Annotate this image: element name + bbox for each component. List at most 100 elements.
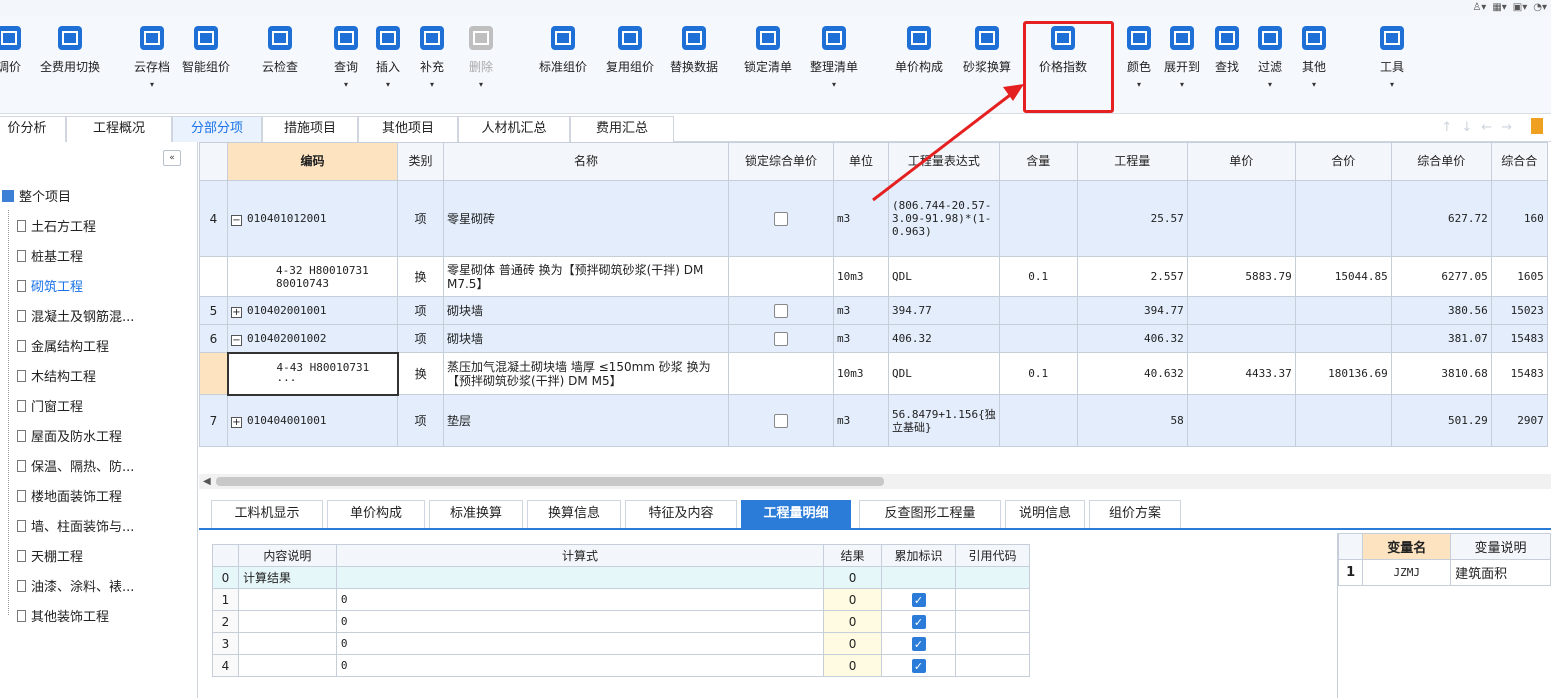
expression-cell[interactable]: 394.77 <box>888 296 1000 325</box>
detail-header-3[interactable]: 累加标识 <box>881 544 956 567</box>
tab-3[interactable]: 措施项目 <box>262 116 358 142</box>
uprice-cell[interactable]: 6277.05 <box>1390 256 1492 297</box>
lock-cell[interactable] <box>728 296 834 325</box>
grid-header-4[interactable]: 单位 <box>833 142 889 181</box>
toolbar-button-9[interactable]: 标准组价 <box>539 24 587 102</box>
detail-ref-code[interactable] <box>955 632 1030 655</box>
code-cell[interactable]: −010401012001 <box>227 180 398 257</box>
detail-header-0[interactable]: 内容说明 <box>237 544 337 567</box>
toolbar-button-8[interactable]: 删除 ▾ <box>469 24 493 102</box>
lock-cell[interactable] <box>728 256 834 297</box>
detail-desc[interactable] <box>237 610 337 633</box>
tree-item[interactable]: 其他装饰工程 <box>17 608 109 628</box>
tree-item[interactable]: 墙、柱面装饰与... <box>17 518 134 538</box>
variable-row[interactable]: 1 JZMJ 建筑面积 <box>1338 559 1551 586</box>
variable-name[interactable]: JZMJ <box>1362 559 1452 586</box>
price-cell[interactable] <box>1186 394 1296 447</box>
lock-cell[interactable] <box>728 324 834 353</box>
grid-header-9[interactable]: 合价 <box>1294 142 1392 181</box>
utotal-cell[interactable]: 160 <box>1490 180 1548 257</box>
toolbar-button-11[interactable]: 替换数据 <box>670 24 718 102</box>
qty-cell[interactable]: 58 <box>1076 394 1188 447</box>
grid-header-7[interactable]: 工程量 <box>1076 142 1188 181</box>
tab-2[interactable]: 分部分项 <box>172 116 262 142</box>
tree-item[interactable]: 桩基工程 <box>17 248 83 268</box>
detail-tab-2[interactable]: 标准换算 <box>429 500 523 528</box>
expression-cell[interactable]: QDL <box>888 256 1000 297</box>
tab-4[interactable]: 其他项目 <box>358 116 458 142</box>
detail-tab-7[interactable]: 说明信息 <box>1005 500 1085 528</box>
detail-formula[interactable]: 0 <box>335 654 825 677</box>
total-cell[interactable] <box>1294 394 1392 447</box>
tree-item[interactable]: 屋面及防水工程 <box>17 428 122 448</box>
checkbox-icon[interactable]: ✓ <box>911 658 926 673</box>
qty-cell[interactable]: 40.632 <box>1076 352 1188 395</box>
tree-item[interactable]: 金属结构工程 <box>17 338 109 358</box>
lock-cell[interactable] <box>728 352 834 395</box>
lock-checkbox[interactable] <box>774 331 788 346</box>
content-cell[interactable]: 0.1 <box>998 256 1078 297</box>
content-cell[interactable] <box>998 394 1078 447</box>
total-cell[interactable] <box>1294 296 1392 325</box>
toolbar-button-21[interactable]: 其他 ▾ <box>1302 24 1326 102</box>
expression-cell[interactable]: 406.32 <box>888 324 1000 353</box>
detail-ref-code[interactable] <box>955 566 1030 589</box>
lock-checkbox[interactable] <box>774 413 788 428</box>
collapse-sidebar-button[interactable]: « <box>163 150 181 166</box>
price-cell[interactable] <box>1186 180 1296 257</box>
detail-ref-code[interactable] <box>955 610 1030 633</box>
toolbar-button-14[interactable]: 单价构成 <box>895 24 943 102</box>
code-cell[interactable]: +010404001001 <box>227 394 398 447</box>
expression-cell[interactable]: QDL <box>888 352 1000 395</box>
table-row[interactable]: 6−010402001002 项砌块墙 m3 406.32 406.32 381.07 15… <box>199 324 1548 353</box>
grid-header-6[interactable]: 含量 <box>998 142 1078 181</box>
tree-item[interactable]: 保温、隔热、防... <box>17 458 134 478</box>
toolbar-button-3[interactable]: 智能组价 <box>182 24 230 102</box>
expand-icon[interactable]: + <box>231 307 242 318</box>
detail-accumulate[interactable]: ✓ <box>881 632 956 655</box>
panel-icon[interactable] <box>1531 118 1543 134</box>
table-row[interactable]: 4−010401012001 项零星砌砖 m3 (806.744-20.57-3.09… <box>199 180 1548 257</box>
detail-header-2[interactable]: 结果 <box>823 544 883 567</box>
uprice-cell[interactable]: 627.72 <box>1390 180 1492 257</box>
help-icon[interactable]: ◔▾ <box>1533 0 1547 16</box>
utotal-cell[interactable]: 1605 <box>1490 256 1548 297</box>
detail-row[interactable]: 2 0 0 ✓ <box>212 610 1030 633</box>
uprice-cell[interactable]: 381.07 <box>1390 324 1492 353</box>
lock-checkbox[interactable] <box>774 303 788 318</box>
lock-checkbox[interactable] <box>774 211 788 226</box>
uprice-cell[interactable]: 501.29 <box>1390 394 1492 447</box>
detail-formula[interactable] <box>335 566 825 589</box>
tree-item[interactable]: 楼地面装饰工程 <box>17 488 122 508</box>
toolbar-button-2[interactable]: 云存档 ▾ <box>134 24 170 102</box>
code-cell[interactable]: 4-32 H80010731 80010743 <box>227 256 398 297</box>
detail-tab-5[interactable]: 工程量明细 <box>741 500 851 528</box>
grid-header-2[interactable]: 名称 <box>443 142 729 181</box>
code-cell[interactable]: −010402001002 <box>227 324 398 353</box>
grid-header-1[interactable]: 类别 <box>397 142 444 181</box>
qty-cell[interactable]: 394.77 <box>1076 296 1188 325</box>
detail-accumulate[interactable]: ✓ <box>881 654 956 677</box>
utotal-cell[interactable]: 15483 <box>1490 352 1548 395</box>
toolbar-button-15[interactable]: 砂浆换算 <box>963 24 1011 102</box>
detail-formula[interactable]: 0 <box>335 632 825 655</box>
collapse-icon[interactable]: − <box>231 334 242 346</box>
detail-accumulate[interactable]: ✓ <box>881 610 956 633</box>
detail-row[interactable]: 3 0 0 ✓ <box>212 632 1030 655</box>
code-cell[interactable]: 4-43 H80010731 ··· <box>226 351 399 396</box>
grid-header-8[interactable]: 单价 <box>1186 142 1296 181</box>
toolbar-button-17[interactable]: 颜色 ▾ <box>1127 24 1151 102</box>
detail-ref-code[interactable] <box>955 588 1030 611</box>
window-icon[interactable]: ▣▾ <box>1513 0 1527 16</box>
collapse-icon[interactable]: − <box>231 215 242 226</box>
variable-header-1[interactable]: 变量说明 <box>1450 533 1551 560</box>
toolbar-button-19[interactable]: 查找 <box>1215 24 1239 102</box>
price-cell[interactable]: 4433.37 <box>1186 352 1296 395</box>
table-row[interactable]: 7 +010404001001 项垫层 m3 56.8479+1.156{独立基础} 58… <box>199 394 1548 447</box>
tree-item[interactable]: 土石方工程 <box>17 218 96 238</box>
lock-cell[interactable] <box>728 180 834 257</box>
detail-accumulate[interactable]: ✓ <box>881 588 956 611</box>
detail-tab-1[interactable]: 单价构成 <box>327 500 425 528</box>
detail-desc[interactable] <box>237 588 337 611</box>
tree-item[interactable]: 混凝土及钢筋混... <box>17 308 134 328</box>
